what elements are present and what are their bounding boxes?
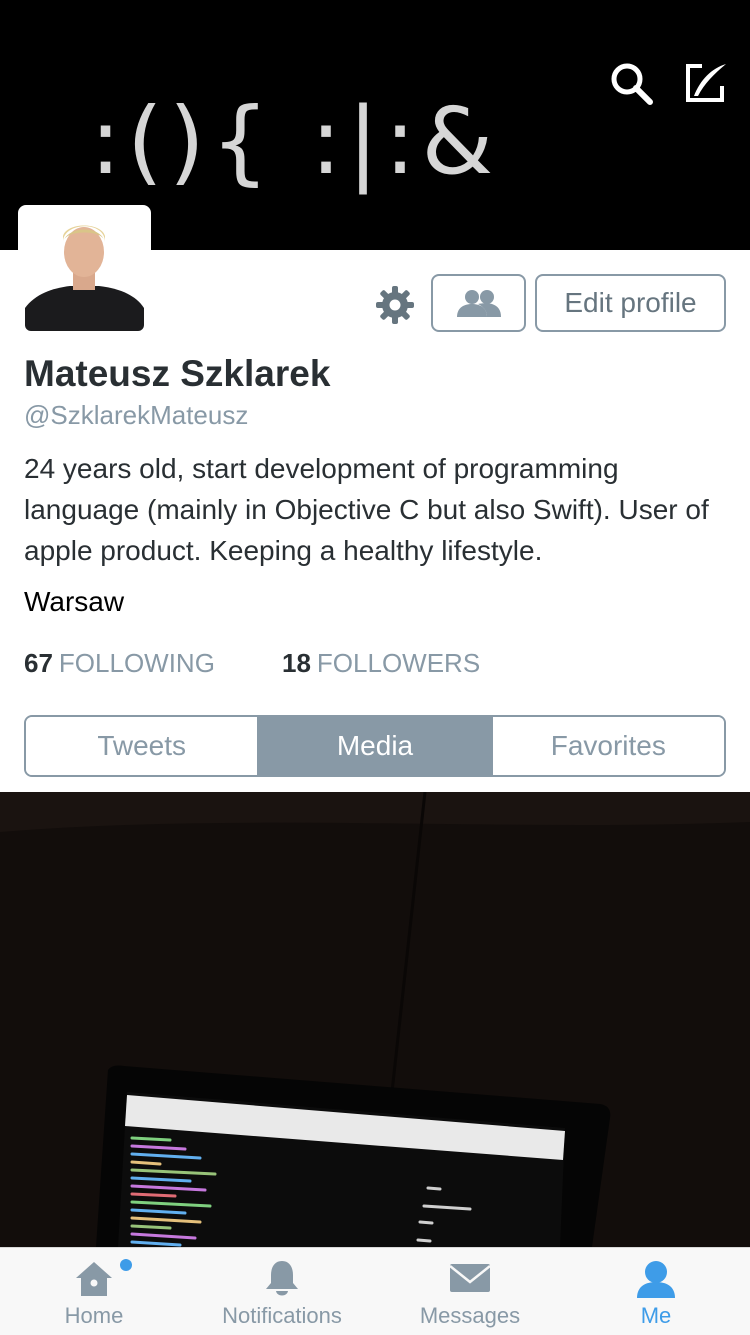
avatar-photo [25,212,144,331]
profile-tabs: Tweets Media Favorites [24,715,726,777]
profile-handle: @SzklarekMateusz [24,400,249,430]
tabbar-home-label: Home [64,1303,124,1328]
tabbar-messages[interactable]: Messages [376,1248,564,1335]
tab-tweets[interactable]: Tweets [26,717,258,775]
edit-profile-button[interactable]: Edit profile [535,274,726,332]
banner-text: :(){ :|:& [90,88,500,195]
person-icon [637,1261,675,1298]
tab-media[interactable]: Media [257,717,491,775]
profile-location: Warsaw [24,586,125,617]
following-count: 67 [24,648,53,678]
laptop-photo [0,792,750,1247]
media-image[interactable] [0,792,750,1247]
tabbar-notifications[interactable]: Notifications [188,1248,376,1335]
tabbar-me[interactable]: Me [562,1248,750,1335]
lists-button[interactable] [431,274,526,332]
followers-count: 18 [282,648,311,678]
avatar-frame [18,205,151,335]
notification-dot [120,1259,132,1271]
people-icon [456,290,501,317]
followers-label: FOLLOWERS [316,648,481,678]
tabbar-home[interactable]: Home [0,1248,188,1335]
profile-name: Mateusz Szklarek [24,353,331,394]
following-label: FOLLOWING [58,648,215,678]
settings-button[interactable] [374,284,416,326]
followers-stat[interactable]: 18 FOLLOWERS [282,648,480,679]
profile-bio: 24 years old, start development of progr… [24,453,709,566]
tab-favorites[interactable]: Favorites [490,717,724,775]
tabbar-messages-label: Messages [419,1303,521,1328]
gear-icon [376,286,414,324]
tabbar-notifications-label: Notifications [222,1303,342,1328]
compose-icon [686,64,726,102]
search-button[interactable] [608,60,656,108]
following-stat[interactable]: 67 FOLLOWING [24,648,215,679]
tabbar-me-label: Me [640,1303,672,1328]
compose-tweet-button[interactable] [682,60,730,108]
bell-icon [266,1261,298,1296]
search-icon [611,63,653,105]
envelope-icon [449,1264,491,1292]
home-icon [76,1262,112,1296]
bottom-tab-bar: Home Notifications Messages Me [0,1247,750,1335]
avatar[interactable] [25,212,144,331]
